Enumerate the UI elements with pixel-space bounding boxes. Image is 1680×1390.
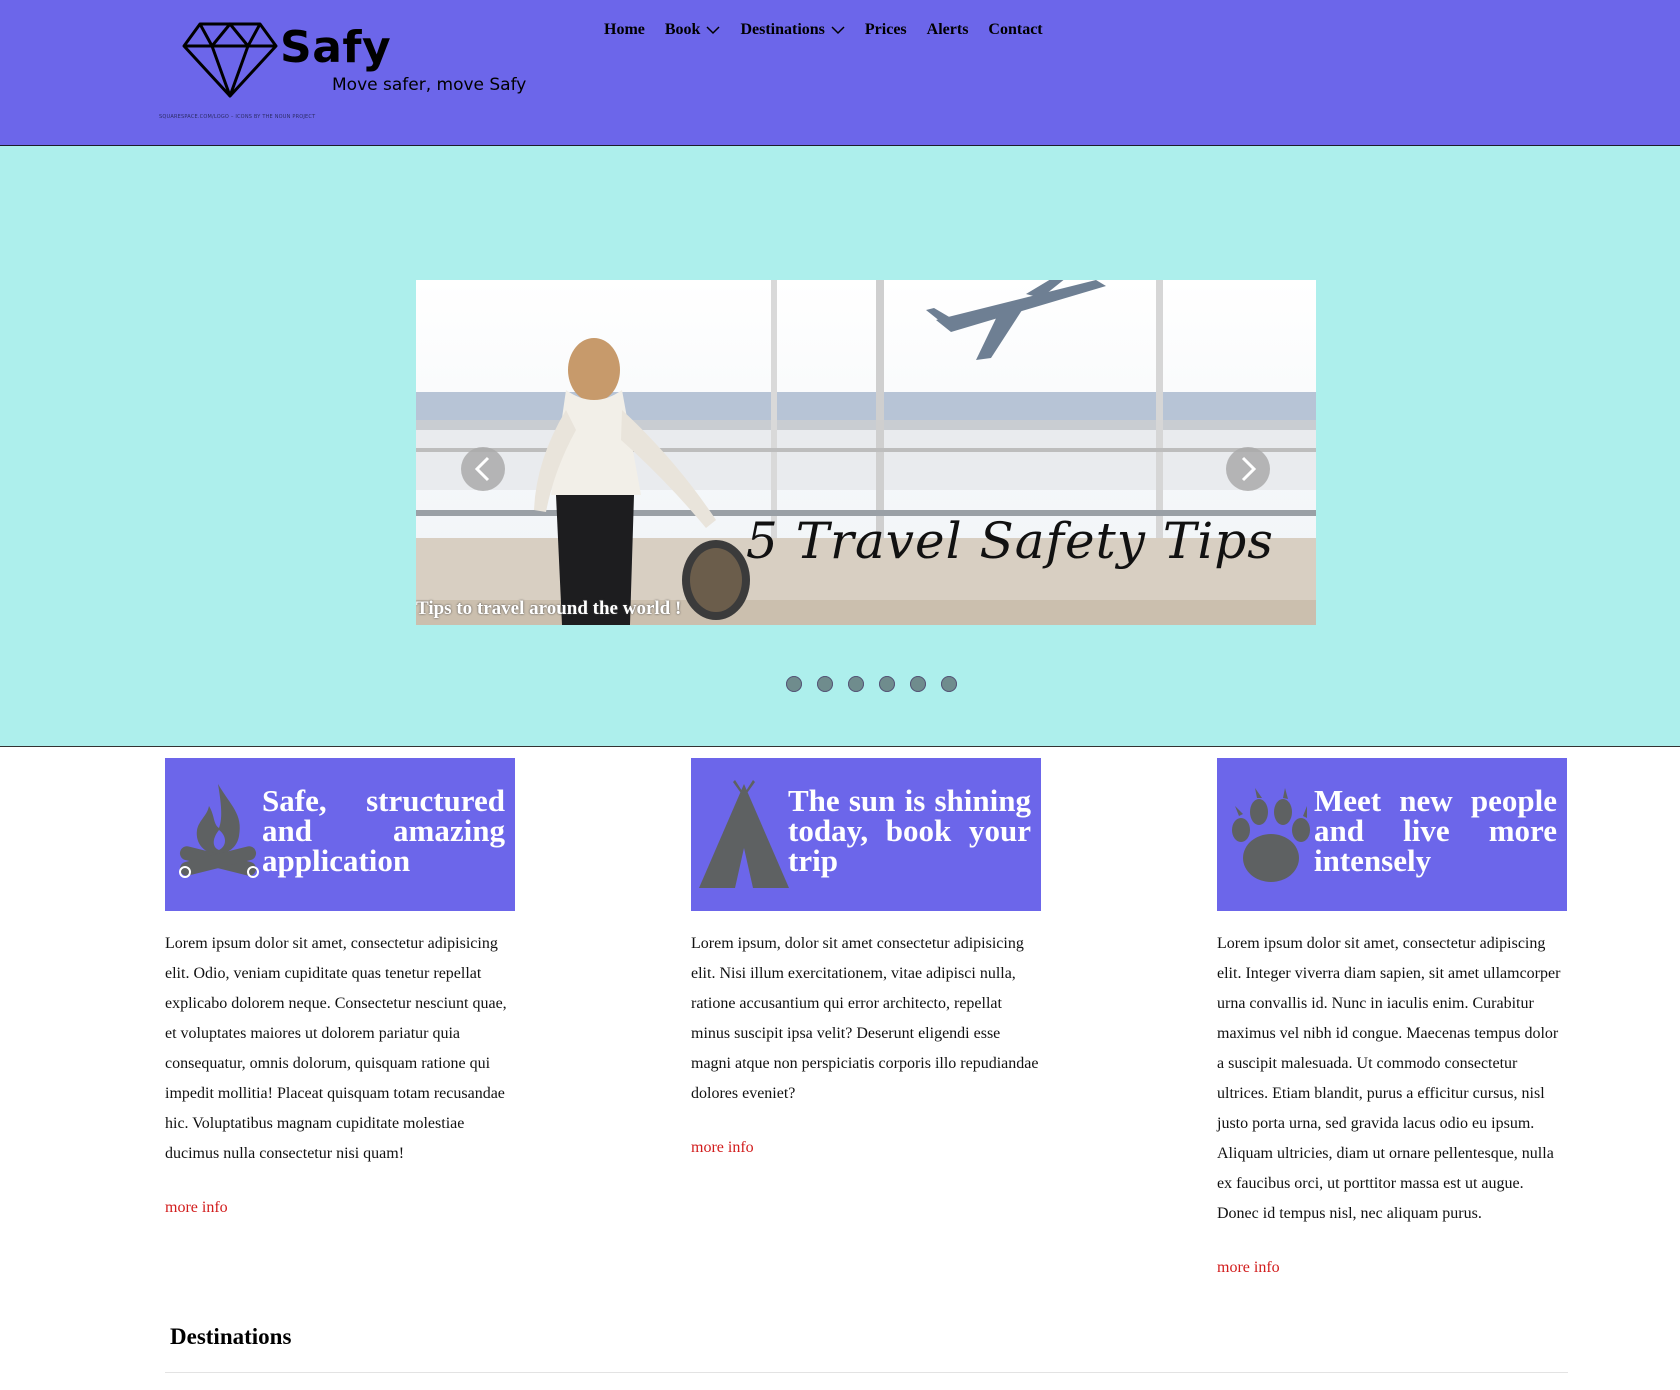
nav-home[interactable]: Home (604, 21, 645, 39)
chevron-down-icon (831, 26, 845, 35)
slider-dot[interactable] (817, 676, 833, 692)
nav-home-label: Home (604, 21, 645, 38)
slider-dot[interactable] (879, 676, 895, 692)
feature-column: Meet new people and live more intensely … (1217, 758, 1567, 1277)
slider-dot[interactable] (786, 676, 802, 692)
nav-contact-label: Contact (988, 21, 1043, 38)
feature-title: The sun is shining today, book your trip (788, 783, 1031, 878)
feature-text: Lorem ipsum dolor sit amet, consectetur … (1217, 935, 1561, 1222)
campfire-icon (179, 784, 259, 878)
section-divider (165, 1372, 1568, 1373)
nav-destinations[interactable]: Destinations (740, 21, 845, 39)
slider-prev-button[interactable] (461, 447, 505, 491)
chevron-right-icon (1241, 456, 1257, 482)
paw-print-icon (1232, 788, 1310, 882)
site-header: Safy Move safer, move Safy SQUARESPACE.C… (0, 0, 1680, 146)
nav-contact[interactable]: Contact (988, 21, 1042, 39)
hero-slider: 5 Travel Safety Tips Tips to travel arou… (0, 146, 1680, 747)
chevron-down-icon (706, 26, 720, 35)
logo-credit: SQUARESPACE.COM/LOGO – ICONS BY THE NOUN… (159, 114, 316, 120)
slider-next-button[interactable] (1226, 447, 1270, 491)
slide-image[interactable]: 5 Travel Safety Tips Tips to travel arou… (416, 280, 1316, 625)
brand-name[interactable]: Safy (280, 22, 391, 73)
slider-dot[interactable] (910, 676, 926, 692)
nav-prices[interactable]: Prices (865, 21, 907, 39)
feature-card: The sun is shining today, book your trip (691, 758, 1041, 911)
nav-prices-label: Prices (864, 21, 907, 38)
feature-column: Safe, structured and amazing application… (165, 758, 515, 1217)
slider-dot[interactable] (848, 676, 864, 692)
main-nav: Home Book Destinations Prices Alerts Con… (604, 19, 1043, 41)
nav-destinations-label: Destinations (740, 21, 825, 38)
tent-icon (699, 780, 789, 888)
slider-dots (786, 676, 957, 692)
destinations-heading: Destinations (170, 1324, 292, 1349)
feature-column: The sun is shining today, book your trip… (691, 758, 1041, 1157)
nav-alerts-label: Alerts (926, 21, 969, 38)
more-info-link[interactable]: more info (1217, 1259, 1280, 1277)
feature-title: Safe, structured and amazing application (262, 783, 505, 878)
more-info-link[interactable]: more info (691, 1139, 754, 1157)
slide-title: 5 Travel Safety Tips (746, 512, 1274, 570)
slide-caption: Tips to travel around the world ! (416, 598, 682, 619)
feature-text: Lorem ipsum dolor sit amet, consectetur … (165, 935, 507, 1162)
diamond-logo-icon[interactable] (180, 20, 280, 100)
nav-alerts[interactable]: Alerts (927, 21, 969, 39)
nav-book-label: Book (664, 21, 701, 38)
nav-book[interactable]: Book (665, 21, 721, 39)
slider-dot[interactable] (941, 676, 957, 692)
feature-title: Meet new people and live more intensely (1314, 783, 1557, 878)
brand-tagline: Move safer, move Safy (332, 75, 527, 95)
feature-text: Lorem ipsum, dolor sit amet consectetur … (691, 935, 1039, 1102)
feature-card: Safe, structured and amazing application (165, 758, 515, 911)
chevron-left-icon (474, 456, 490, 482)
more-info-link[interactable]: more info (165, 1199, 228, 1217)
airport-scene-image (416, 280, 1316, 625)
feature-card: Meet new people and live more intensely (1217, 758, 1567, 911)
